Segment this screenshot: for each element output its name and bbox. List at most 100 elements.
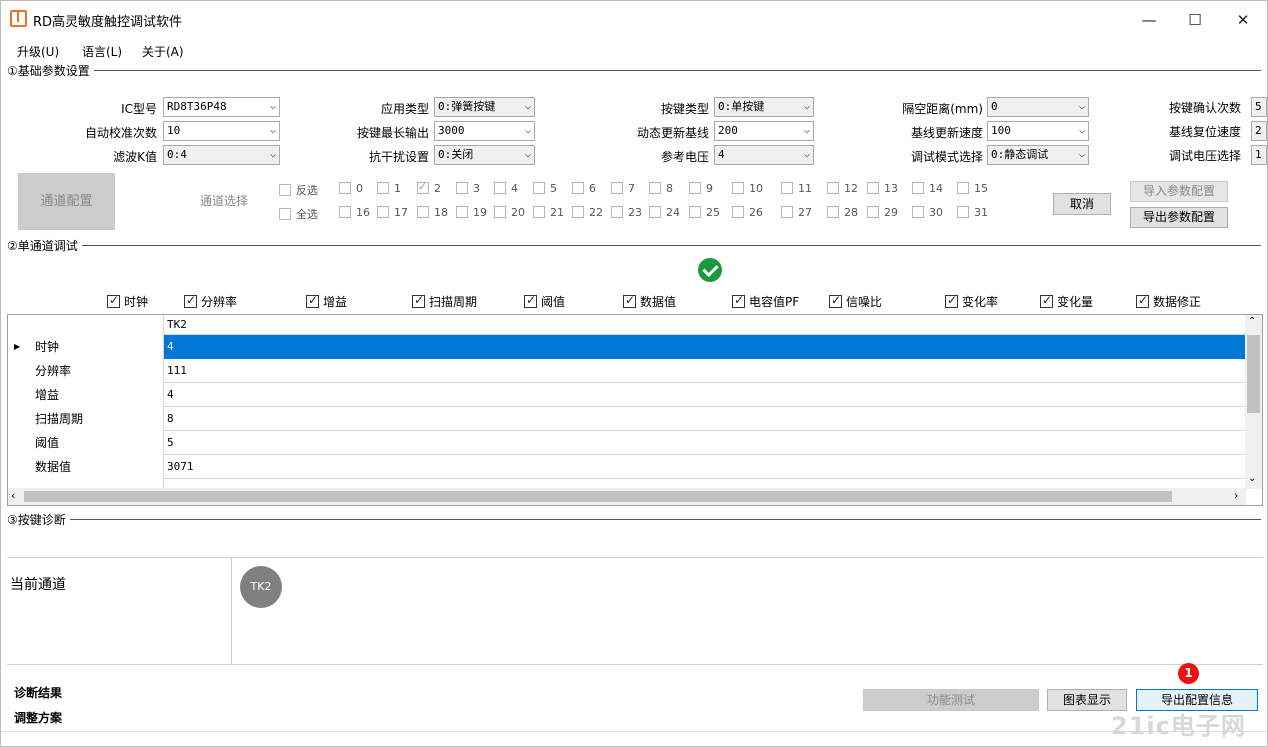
invert-checkbox[interactable]: 反选 xyxy=(279,182,318,198)
column-checkbox[interactable]: 增益 xyxy=(306,293,347,310)
row-value-cell[interactable]: 4 xyxy=(164,383,1246,407)
vertical-scroll-thumb[interactable] xyxy=(1247,335,1260,413)
channel-checkbox-6[interactable]: 6 xyxy=(572,182,596,195)
dynamic-baseline-select[interactable]: 200 ⌵ xyxy=(714,121,814,141)
import-config-button[interactable]: 导入参数配置 xyxy=(1130,181,1228,202)
channel-checkbox-8[interactable]: 8 xyxy=(649,182,673,195)
scroll-up-icon[interactable]: ⌃ xyxy=(1248,316,1256,327)
channel-checkbox-25[interactable]: 25 xyxy=(689,206,720,219)
channel-checkbox-29[interactable]: 29 xyxy=(867,206,898,219)
channel-checkbox-20[interactable]: 20 xyxy=(494,206,525,219)
channel-checkbox-22[interactable]: 22 xyxy=(572,206,603,219)
column-checkbox[interactable]: 分辨率 xyxy=(184,293,237,310)
function-test-button[interactable]: 功能测试 xyxy=(863,689,1039,711)
table-row[interactable]: 阈值 5 xyxy=(8,431,1246,455)
row-value-cell[interactable]: 3071 xyxy=(164,455,1246,479)
current-channel-label: 当前通道 xyxy=(10,577,66,593)
select-all-checkbox[interactable]: 全选 xyxy=(279,206,318,222)
channel-checkbox-23[interactable]: 23 xyxy=(611,206,642,219)
cancel-button[interactable]: 取消 xyxy=(1053,193,1111,215)
table-row[interactable]: ▶ 时钟 4 xyxy=(8,335,1246,359)
column-checkbox[interactable]: 阈值 xyxy=(524,293,565,310)
export-config-button[interactable]: 导出参数配置 xyxy=(1130,207,1228,228)
ic-model-select[interactable]: RD8T36P48 ⌵ xyxy=(163,97,280,117)
channel-checkbox-3[interactable]: 3 xyxy=(456,182,480,195)
column-checkbox[interactable]: 扫描周期 xyxy=(412,293,477,310)
key-confirm-select[interactable]: 5 xyxy=(1251,97,1267,117)
horizontal-scrollbar[interactable]: ‹ › xyxy=(8,488,1246,505)
row-header[interactable]: 数据值 xyxy=(8,455,164,479)
row-value-cell[interactable]: 111 xyxy=(164,359,1246,383)
channel-checkbox-21[interactable]: 21 xyxy=(533,206,564,219)
column-checkbox[interactable]: 电容值PF xyxy=(732,293,799,310)
table-row[interactable]: 分辨率 111 xyxy=(8,359,1246,383)
row-header[interactable]: 增益 xyxy=(8,383,164,407)
baseline-speed-select[interactable]: 100 ⌵ xyxy=(987,121,1089,141)
minimize-button[interactable]: — xyxy=(1137,9,1161,31)
maximize-button[interactable]: ☐ xyxy=(1183,9,1207,31)
close-button[interactable]: ✕ xyxy=(1231,9,1255,31)
channel-checkbox-2[interactable]: 2 xyxy=(417,180,441,195)
channel-checkbox-14[interactable]: 14 xyxy=(912,182,943,195)
auto-calib-select[interactable]: 10 ⌵ xyxy=(163,121,280,141)
channel-indicator-tk2[interactable]: TK2 xyxy=(240,566,282,608)
channel-checkbox-11[interactable]: 11 xyxy=(781,182,812,195)
table-row[interactable]: 数据值 3071 xyxy=(8,455,1246,479)
channel-checkbox-0[interactable]: 0 xyxy=(339,182,363,195)
column-checkbox[interactable]: 信噪比 xyxy=(829,293,882,310)
row-header[interactable]: 阈值 xyxy=(8,431,164,455)
column-checkbox[interactable]: 时钟 xyxy=(107,293,148,310)
debug-voltage-select[interactable]: 1 xyxy=(1251,145,1267,165)
ref-voltage-select[interactable]: 4 ⌵ xyxy=(714,145,814,165)
table-row[interactable]: 增益 4 xyxy=(8,383,1246,407)
channel-checkbox-12[interactable]: 12 xyxy=(827,182,858,195)
table-row[interactable]: 扫描周期 8 xyxy=(8,407,1246,431)
channel-checkbox-5[interactable]: 5 xyxy=(533,182,557,195)
column-checkbox[interactable]: 变化量 xyxy=(1040,293,1093,310)
channel-checkbox-28[interactable]: 28 xyxy=(827,206,858,219)
channel-checkbox-16[interactable]: 16 xyxy=(339,206,370,219)
channel-checkbox-9[interactable]: 9 xyxy=(689,182,713,195)
grid-column-header[interactable]: TK2 xyxy=(164,315,1246,335)
column-checkbox[interactable]: 变化率 xyxy=(945,293,998,310)
menu-about[interactable]: 关于(A) xyxy=(142,43,184,60)
menu-upgrade[interactable]: 升级(U) xyxy=(17,43,59,60)
channel-checkbox-17[interactable]: 17 xyxy=(377,206,408,219)
baseline-reset-select[interactable]: 2 xyxy=(1251,121,1267,141)
max-output-select[interactable]: 3000 ⌵ xyxy=(434,121,535,141)
key-type-select[interactable]: 0:单按键 ⌵ xyxy=(714,97,814,117)
row-header[interactable]: 扫描周期 xyxy=(8,407,164,431)
channel-checkbox-26[interactable]: 26 xyxy=(732,206,763,219)
channel-checkbox-4[interactable]: 4 xyxy=(494,182,518,195)
air-distance-select[interactable]: 0 ⌵ xyxy=(987,97,1089,117)
row-value-cell[interactable]: 5 xyxy=(164,431,1246,455)
scroll-down-icon[interactable]: ⌄ xyxy=(1248,473,1256,484)
channel-config-button[interactable]: 通道配置 xyxy=(18,173,115,230)
channel-checkbox-1[interactable]: 1 xyxy=(377,182,401,195)
filter-k-select[interactable]: 0:4 ⌵ xyxy=(163,145,280,165)
channel-checkbox-15[interactable]: 15 xyxy=(957,182,988,195)
column-checkbox[interactable]: 数据值 xyxy=(623,293,676,310)
app-type-select[interactable]: 0:弹簧按键 ⌵ xyxy=(434,97,535,117)
scroll-right-icon[interactable]: › xyxy=(1234,489,1238,502)
row-value-cell[interactable]: 4 xyxy=(164,335,1246,359)
horizontal-scroll-thumb[interactable] xyxy=(24,491,1172,502)
row-header[interactable]: ▶ 时钟 xyxy=(8,335,164,359)
channel-checkbox-24[interactable]: 24 xyxy=(649,206,680,219)
scroll-left-icon[interactable]: ‹ xyxy=(11,489,15,502)
column-checkbox[interactable]: 数据修正 xyxy=(1136,293,1201,310)
row-header[interactable]: 分辨率 xyxy=(8,359,164,383)
channel-checkbox-10[interactable]: 10 xyxy=(732,182,763,195)
debug-mode-select[interactable]: 0:静态调试 ⌵ xyxy=(987,145,1089,165)
channel-checkbox-13[interactable]: 13 xyxy=(867,182,898,195)
channel-checkbox-18[interactable]: 18 xyxy=(417,206,448,219)
channel-checkbox-27[interactable]: 27 xyxy=(781,206,812,219)
channel-checkbox-7[interactable]: 7 xyxy=(611,182,635,195)
anti-interference-select[interactable]: 0:关闭 ⌵ xyxy=(434,145,535,165)
vertical-scrollbar[interactable]: ⌃ ⌄ xyxy=(1245,315,1262,489)
row-value-cell[interactable]: 8 xyxy=(164,407,1246,431)
channel-checkbox-19[interactable]: 19 xyxy=(456,206,487,219)
menu-language[interactable]: 语言(L) xyxy=(82,43,122,60)
channel-checkbox-31[interactable]: 31 xyxy=(957,206,988,219)
channel-checkbox-30[interactable]: 30 xyxy=(912,206,943,219)
